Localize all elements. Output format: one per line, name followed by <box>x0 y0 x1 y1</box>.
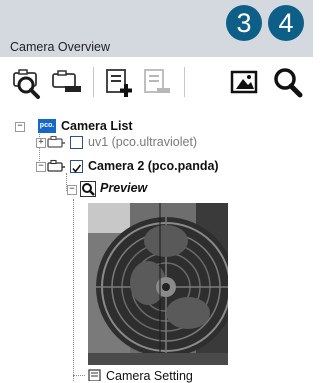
camera-list-label[interactable]: Camera List <box>61 119 133 133</box>
panel-title: Camera Overview <box>10 40 111 54</box>
camera-magnifier-icon <box>13 69 40 99</box>
zoom-button[interactable] <box>272 65 306 99</box>
settings-doc-icon <box>88 369 101 381</box>
preview-label[interactable]: Preview <box>100 181 147 195</box>
step-badge-4: 4 <box>268 5 304 41</box>
pco-logo-icon: pco. <box>38 119 56 133</box>
list-add-icon <box>106 69 132 97</box>
collapse-toggle[interactable]: − <box>36 162 46 172</box>
tree-connector <box>73 375 85 376</box>
step-badge-3: 3 <box>226 5 262 41</box>
camera-preview-image <box>88 203 228 365</box>
remove-item-button[interactable] <box>140 65 174 99</box>
camera-uv1-checkbox[interactable] <box>70 136 83 149</box>
camera-remove-button[interactable] <box>50 65 84 99</box>
camera-2-checkbox[interactable] <box>70 160 83 173</box>
checkmark-icon <box>72 164 82 173</box>
tree-connector <box>73 199 74 381</box>
panel-header: Camera Overview 3 4 <box>0 0 313 57</box>
camera-icon <box>47 135 65 148</box>
camera-search-button[interactable] <box>10 65 44 99</box>
image-button[interactable] <box>228 65 262 99</box>
magnifier-icon <box>274 68 303 98</box>
expand-toggle[interactable]: + <box>36 138 46 148</box>
preview-magnifier-icon <box>80 181 96 197</box>
toolbar <box>0 57 313 107</box>
camera-uv1-label[interactable]: uv1 (pco.ultraviolet) <box>88 135 197 149</box>
collapse-toggle[interactable]: − <box>15 122 25 132</box>
toolbar-separator <box>93 67 94 97</box>
collapse-toggle[interactable]: − <box>67 185 77 195</box>
camera-minus-icon <box>52 70 81 92</box>
camera-2-label[interactable]: Camera 2 (pco.panda) <box>88 159 219 173</box>
camera-tree: − pco. Camera List + uv1 (pco.ultraviole… <box>0 107 313 383</box>
camera-icon <box>47 159 65 172</box>
list-remove-icon <box>144 69 170 93</box>
toolbar-separator <box>184 67 185 97</box>
fan-preview-graphic <box>88 203 228 365</box>
add-item-button[interactable] <box>102 65 136 99</box>
picture-icon <box>230 70 258 94</box>
